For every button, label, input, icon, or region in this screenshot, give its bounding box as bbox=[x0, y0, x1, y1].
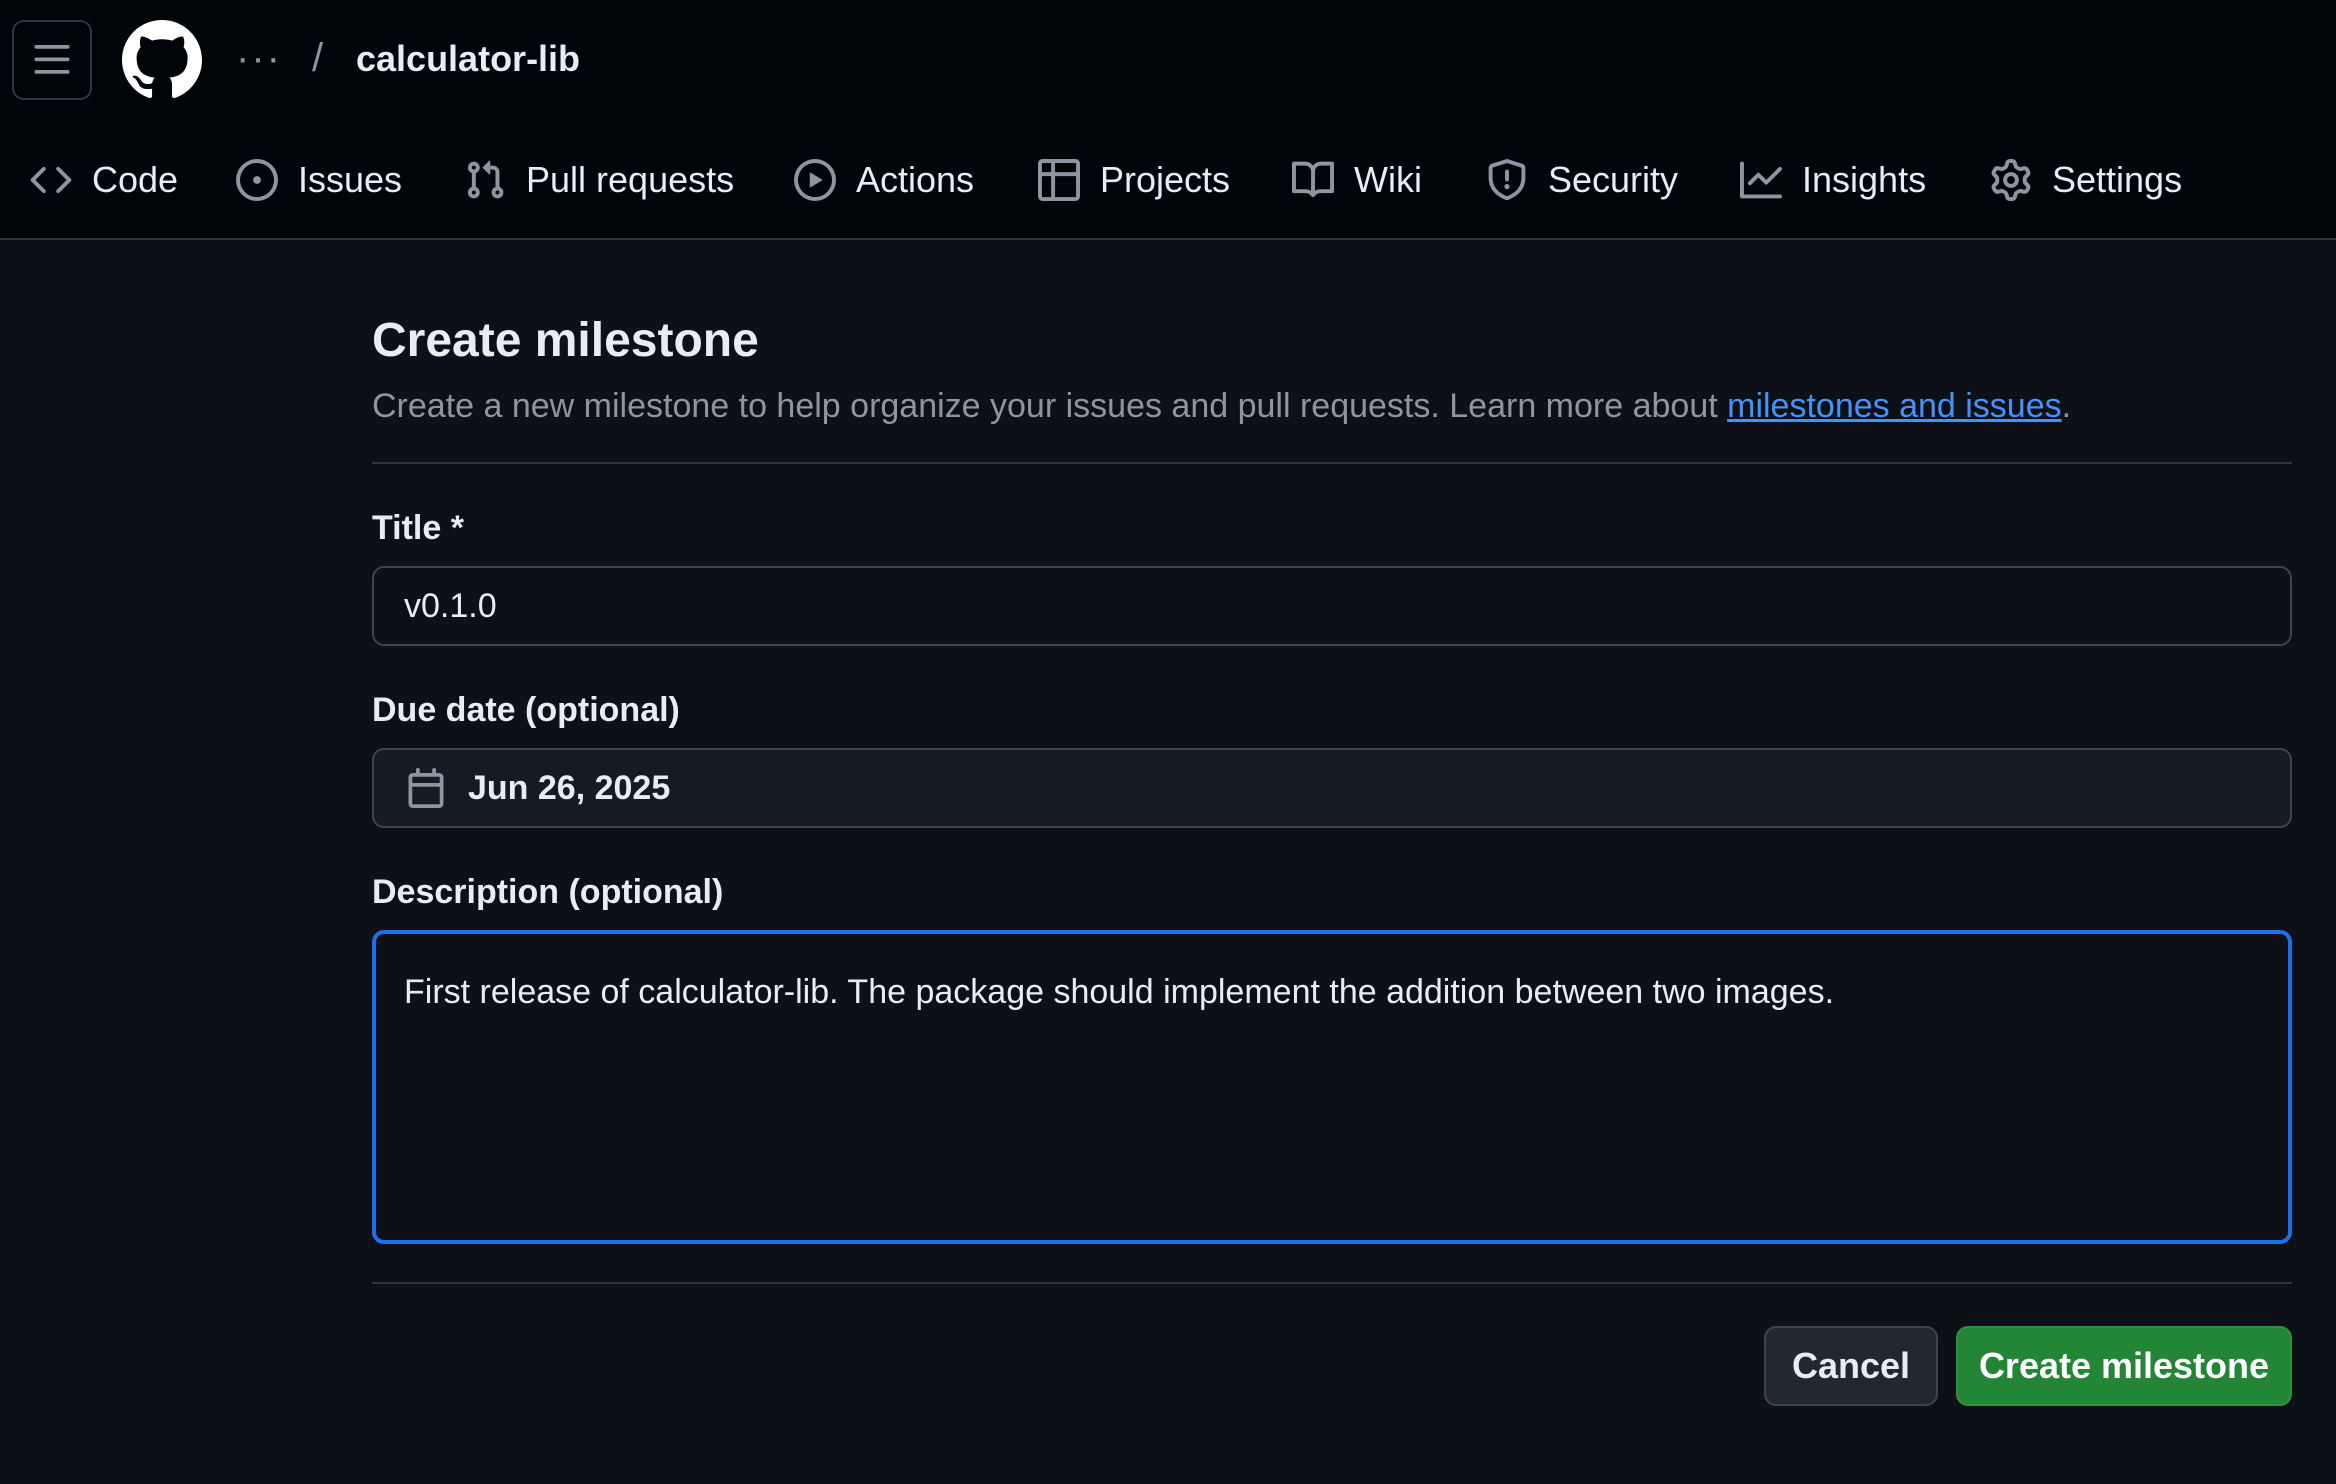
calendar-icon bbox=[408, 768, 444, 808]
tab-actions-label: Actions bbox=[856, 159, 975, 200]
tab-code[interactable]: Code bbox=[30, 140, 178, 220]
play-icon bbox=[794, 159, 836, 201]
tab-issues-label: Issues bbox=[298, 159, 403, 200]
graph-icon bbox=[1740, 161, 1782, 199]
gear-icon bbox=[1991, 159, 2031, 201]
tab-pull-requests[interactable]: Pull requests bbox=[464, 140, 734, 220]
table-icon bbox=[1038, 159, 1080, 201]
tab-settings-label: Settings bbox=[2052, 159, 2183, 200]
cancel-button[interactable]: Cancel bbox=[1764, 1326, 1938, 1406]
repo-name-link[interactable]: calculator-lib bbox=[356, 36, 580, 82]
page-title: Create milestone bbox=[372, 314, 759, 367]
tab-actions[interactable]: Actions bbox=[794, 140, 974, 220]
tab-projects-label: Projects bbox=[1100, 159, 1231, 200]
create-milestone-button[interactable]: Create milestone bbox=[1956, 1326, 2292, 1406]
git-pull-request-icon bbox=[467, 160, 504, 199]
description-textarea[interactable]: First release of calculator-lib. The pac… bbox=[372, 930, 2292, 1244]
milestones-help-link[interactable]: milestones and issues bbox=[1727, 387, 2062, 425]
book-icon bbox=[1292, 161, 1334, 198]
page-subtitle: Create a new milestone to help organize … bbox=[372, 384, 2071, 428]
breadcrumb-separator: / bbox=[312, 36, 324, 80]
tab-code-label: Code bbox=[92, 159, 179, 200]
subtitle-text: Create a new milestone to help organize … bbox=[372, 387, 1728, 425]
code-icon bbox=[30, 166, 72, 194]
hamburger-icon bbox=[34, 45, 70, 74]
tab-wiki[interactable]: Wiki bbox=[1292, 140, 1422, 220]
repo-tabs: Code Issues Pull requests Actions Projec… bbox=[0, 140, 2336, 220]
header-divider bbox=[372, 462, 2292, 464]
tab-security-label: Security bbox=[1548, 159, 1679, 200]
tab-insights-label: Insights bbox=[1802, 159, 1927, 200]
subtitle-period: . bbox=[2061, 387, 2072, 425]
tab-wiki-label: Wiki bbox=[1354, 159, 1422, 200]
hamburger-menu-button[interactable] bbox=[12, 20, 92, 100]
breadcrumb-more-button[interactable]: ··· bbox=[236, 38, 282, 78]
tab-insights[interactable]: Insights bbox=[1740, 140, 1926, 220]
tab-issues[interactable]: Issues bbox=[236, 140, 402, 220]
due-date-picker[interactable]: Jun 26, 2025 bbox=[372, 748, 2292, 828]
tab-security[interactable]: Security bbox=[1486, 140, 1678, 220]
tab-projects[interactable]: Projects bbox=[1038, 140, 1230, 220]
tab-pull-requests-label: Pull requests bbox=[526, 159, 735, 200]
issue-opened-icon bbox=[236, 159, 278, 201]
tab-settings[interactable]: Settings bbox=[1990, 140, 2182, 220]
due-date-value: Jun 26, 2025 bbox=[468, 768, 671, 807]
due-date-label: Due date (optional) bbox=[372, 691, 680, 729]
title-label: Title * bbox=[372, 509, 464, 547]
top-bar: ··· / calculator-lib bbox=[0, 0, 2336, 120]
footer-divider bbox=[372, 1282, 2292, 1284]
repo-header: ··· / calculator-lib Code Issues Pull re… bbox=[0, 0, 2336, 240]
title-input[interactable] bbox=[372, 566, 2292, 646]
github-logo-icon[interactable] bbox=[122, 20, 202, 100]
description-label: Description (optional) bbox=[372, 873, 724, 911]
shield-icon bbox=[1488, 159, 1526, 201]
